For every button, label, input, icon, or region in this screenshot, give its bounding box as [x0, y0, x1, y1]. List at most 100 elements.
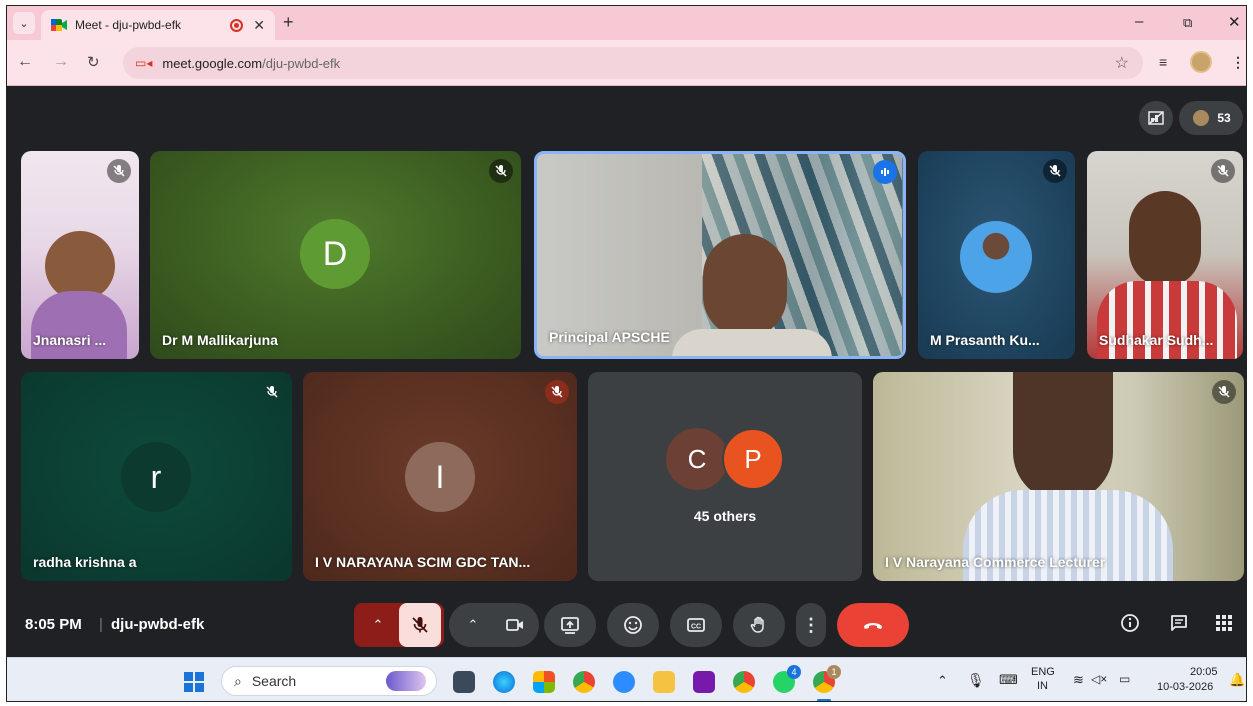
- browser-menu-icon[interactable]: ⋮: [1231, 54, 1245, 71]
- mic-toggle-button[interactable]: [399, 603, 441, 647]
- keyboard-tray-icon[interactable]: ⌨: [999, 672, 1018, 688]
- present-button[interactable]: [544, 603, 596, 647]
- more-vert-icon: ⋮: [802, 614, 820, 635]
- participant-video-face: [703, 234, 787, 338]
- svg-text:CC: CC: [691, 624, 701, 631]
- microphone-tray-icon[interactable]: 🎙: [967, 672, 985, 689]
- whatsapp-badge: 4: [787, 665, 801, 679]
- captions-icon: CC: [687, 618, 705, 632]
- participant-tile[interactable]: I I V NARAYANA SCIM GDC TAN...: [303, 372, 577, 581]
- participant-tile[interactable]: I V Narayana Commerce Lecturer: [873, 372, 1244, 581]
- mic-off-icon: [489, 159, 513, 183]
- meeting-code: dju-pwbd-efk: [111, 616, 205, 633]
- participant-tile[interactable]: Jnanasri ...: [21, 151, 139, 359]
- end-call-icon: [864, 623, 882, 629]
- mic-control-group: ⌃: [354, 603, 444, 647]
- video-options-chevron-icon[interactable]: ⌃: [452, 617, 494, 633]
- meet-favicon-icon: [51, 18, 67, 32]
- meeting-details-icon[interactable]: [1120, 613, 1140, 638]
- copilot-icon[interactable]: [533, 671, 555, 693]
- chrome-badge: 1: [827, 665, 841, 679]
- mic-off-icon: [412, 617, 428, 633]
- chrome-profile-icon[interactable]: [733, 671, 755, 693]
- wifi-icon[interactable]: ≋: [1073, 672, 1084, 688]
- camera-toggle-button[interactable]: [494, 615, 536, 635]
- participant-tile-speaking[interactable]: Principal APSCHE: [534, 151, 906, 359]
- more-options-button[interactable]: ⋮: [796, 603, 826, 647]
- task-view-icon[interactable]: [453, 671, 475, 693]
- clock-date[interactable]: 10-03-2026: [1157, 681, 1213, 693]
- onenote-icon[interactable]: [693, 671, 715, 693]
- new-tab-button[interactable]: +: [283, 12, 294, 33]
- participant-name: I V NARAYANA SCIM GDC TAN...: [315, 554, 531, 570]
- mic-off-icon: [1211, 159, 1235, 183]
- others-tile[interactable]: C P 45 others: [588, 372, 862, 581]
- volume-muted-icon[interactable]: ◁×: [1091, 672, 1107, 686]
- url-field[interactable]: ▭◂ meet.google.com /dju-pwbd-efk ☆: [123, 47, 1143, 79]
- participant-name: Principal APSCHE: [549, 329, 670, 345]
- address-bar: ← → ↻ ▭◂ meet.google.com /dju-pwbd-efk ☆…: [7, 40, 1246, 86]
- mic-off-icon: [545, 380, 569, 404]
- url-host: meet.google.com: [162, 55, 263, 71]
- leave-call-button[interactable]: [837, 603, 909, 647]
- mic-off-icon: [260, 380, 284, 404]
- reload-button[interactable]: ↻: [87, 53, 100, 71]
- tile-layout-icon[interactable]: [1139, 101, 1173, 135]
- edge-icon[interactable]: [493, 671, 515, 693]
- language-region[interactable]: IN: [1037, 680, 1048, 692]
- participant-avatar: D: [300, 219, 370, 289]
- activities-icon[interactable]: [1214, 613, 1234, 638]
- participant-name: M Prasanth Ku...: [930, 332, 1040, 348]
- windows-taskbar: ⌕ Search 4 1 ⌃ 🎙 ⌨ ENG IN ≋ ◁× ▭ 20:05 1…: [7, 657, 1246, 701]
- participant-tile[interactable]: Sudhakar Sudh...: [1087, 151, 1243, 359]
- participant-video-shirt: [672, 329, 832, 356]
- captions-button[interactable]: CC: [670, 603, 722, 647]
- meet-control-bar: 8:05 PM | dju-pwbd-efk ⌃ ⌃ CC ⋮: [7, 591, 1246, 657]
- participants-button[interactable]: 53: [1179, 101, 1243, 135]
- file-explorer-icon[interactable]: [653, 671, 675, 693]
- mic-off-icon: [1043, 159, 1067, 183]
- forward-button[interactable]: →: [53, 53, 69, 71]
- participant-tile[interactable]: D Dr M Mallikarjuna: [150, 151, 521, 359]
- tab-search-button[interactable]: ⌄: [13, 12, 35, 34]
- mic-off-icon: [1212, 380, 1236, 404]
- raise-hand-button[interactable]: [733, 603, 785, 647]
- others-count-label: 45 others: [693, 508, 757, 524]
- notification-icon[interactable]: 🔔: [1229, 672, 1245, 688]
- participant-avatar: r: [121, 442, 191, 512]
- tab-close-icon[interactable]: ✕: [253, 17, 265, 34]
- emoji-icon: [624, 616, 642, 634]
- tab-bar: ⌄ Meet - dju-pwbd-efk ✕ + – ⧉ ✕: [7, 6, 1246, 40]
- participant-name: I V Narayana Commerce Lecturer: [885, 554, 1106, 570]
- screen: ⌄ Meet - dju-pwbd-efk ✕ + – ⧉ ✕ ← → ↻ ▭◂…: [6, 5, 1247, 702]
- minimize-button[interactable]: –: [1135, 13, 1143, 30]
- taskbar-search-input[interactable]: ⌕ Search: [221, 666, 437, 696]
- whatsapp-icon[interactable]: 4: [773, 665, 801, 693]
- chrome-icon[interactable]: [573, 671, 595, 693]
- clock-time[interactable]: 20:05: [1190, 666, 1218, 678]
- participant-video-face: [1129, 191, 1201, 287]
- reading-list-icon[interactable]: ≡: [1159, 54, 1167, 70]
- time-separator: |: [99, 616, 103, 633]
- chat-icon[interactable]: [1169, 613, 1189, 638]
- reactions-button[interactable]: [607, 603, 659, 647]
- zoom-icon[interactable]: [613, 671, 635, 693]
- chrome-active-icon[interactable]: 1: [813, 665, 841, 693]
- browser-tab[interactable]: Meet - dju-pwbd-efk ✕: [41, 10, 275, 40]
- search-icon: ⌕: [234, 672, 242, 689]
- battery-icon[interactable]: ▭: [1119, 672, 1130, 686]
- back-button[interactable]: ←: [17, 53, 33, 71]
- participant-tile[interactable]: M Prasanth Ku...: [918, 151, 1075, 359]
- present-screen-icon: [561, 617, 579, 634]
- tray-overflow-icon[interactable]: ⌃: [937, 673, 948, 689]
- camera-control-group: ⌃: [449, 603, 539, 647]
- profile-avatar[interactable]: [1190, 51, 1212, 73]
- close-window-button[interactable]: ✕: [1228, 13, 1241, 31]
- windows-start-icon[interactable]: [183, 671, 205, 693]
- participant-tile[interactable]: r radha krishna a: [21, 372, 292, 581]
- bookmark-star-icon[interactable]: ☆: [1115, 53, 1129, 73]
- search-label: Search: [251, 673, 297, 689]
- audio-options-chevron-icon[interactable]: ⌃: [357, 617, 399, 633]
- language-code[interactable]: ENG: [1031, 666, 1055, 678]
- restore-button[interactable]: ⧉: [1183, 15, 1192, 31]
